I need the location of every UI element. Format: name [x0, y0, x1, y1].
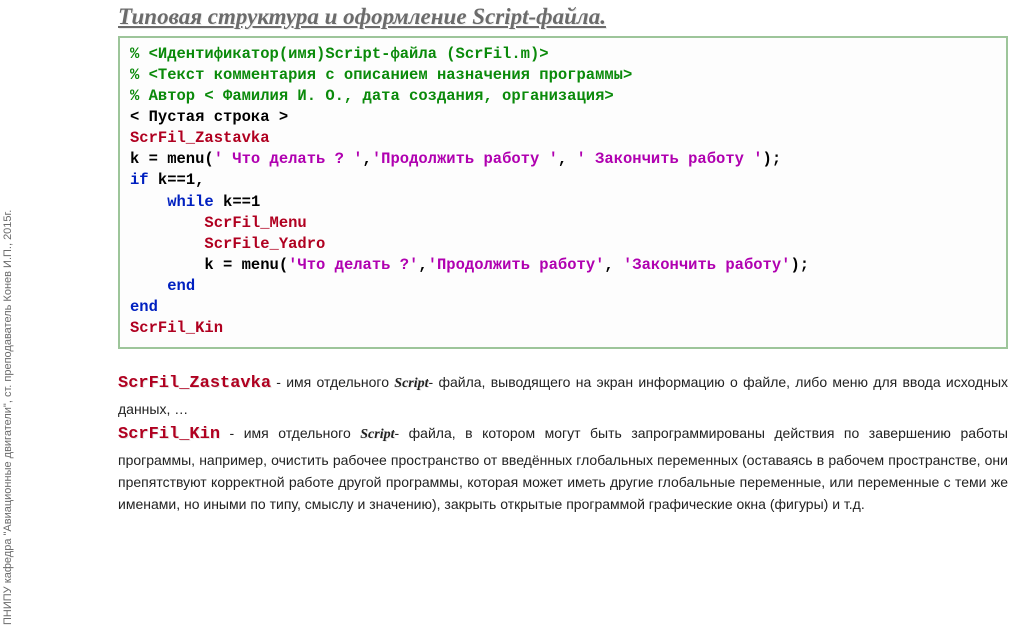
- code-text: );: [763, 150, 782, 168]
- code-line: while k==1: [130, 193, 260, 211]
- code-string: 'Что делать ?': [288, 256, 418, 274]
- term-zastavka: ScrFil_Zastavka: [118, 374, 271, 393]
- code-text: ,: [558, 150, 577, 168]
- code-text: );: [790, 256, 809, 274]
- desc-paragraph: ScrFil_Zastavka - имя отдельного Script-…: [118, 371, 1008, 420]
- code-line: k = menu('Что делать ?','Продолжить рабо…: [130, 256, 809, 274]
- code-line: k = menu(' Что делать ? ','Продолжить ра…: [130, 150, 781, 168]
- code-string: 'Продолжить работу ': [372, 150, 558, 168]
- code-line: if k==1,: [130, 171, 204, 189]
- code-line: ScrFile_Yadro: [204, 235, 325, 253]
- code-text: ,: [363, 150, 372, 168]
- code-line: ScrFil_Zastavka: [130, 129, 270, 147]
- code-text: k = menu(: [204, 256, 288, 274]
- description-block: ScrFil_Zastavka - имя отдельного Script-…: [118, 371, 1008, 515]
- code-line: % <Текст комментария с описанием назначе…: [130, 66, 632, 84]
- desc-paragraph: ScrFil_Kin - имя отдельного Script- файл…: [118, 422, 1008, 515]
- code-line: end: [167, 277, 195, 295]
- code-keyword: if: [130, 171, 149, 189]
- code-block: % <Идентификатор(имя)Script-файла (ScrFi…: [118, 36, 1008, 349]
- code-string: ' Что делать ? ': [214, 150, 363, 168]
- script-word: Script: [360, 427, 394, 442]
- desc-text: - имя отдельного: [271, 374, 394, 390]
- code-line: < Пустая строка >: [130, 108, 288, 126]
- code-keyword: while: [167, 193, 214, 211]
- sidebar-credit: ПНИПУ кафедра "Авиационные двигатели", с…: [2, 210, 14, 625]
- code-line: ScrFil_Menu: [204, 214, 306, 232]
- code-text: k==1,: [149, 171, 205, 189]
- code-line: % <Идентификатор(имя)Script-файла (ScrFi…: [130, 45, 549, 63]
- code-string: 'Закончить работу': [623, 256, 790, 274]
- code-string: 'Продолжить работу': [428, 256, 605, 274]
- code-text: k==1: [214, 193, 261, 211]
- code-text: ,: [604, 256, 623, 274]
- page-title: Типовая структура и оформление Script-фа…: [118, 4, 1008, 30]
- desc-text: - имя отдельного: [220, 425, 360, 441]
- code-line: ScrFil_Kin: [130, 319, 223, 337]
- code-text: ,: [418, 256, 427, 274]
- code-string: ' Закончить работу ': [577, 150, 763, 168]
- code-line: end: [130, 298, 158, 316]
- script-word: Script: [394, 376, 428, 391]
- main-content: Типовая структура и оформление Script-фа…: [118, 4, 1008, 517]
- term-kin: ScrFil_Kin: [118, 425, 220, 444]
- code-text: k = menu(: [130, 150, 214, 168]
- code-line: % Автор < Фамилия И. О., дата создания, …: [130, 87, 614, 105]
